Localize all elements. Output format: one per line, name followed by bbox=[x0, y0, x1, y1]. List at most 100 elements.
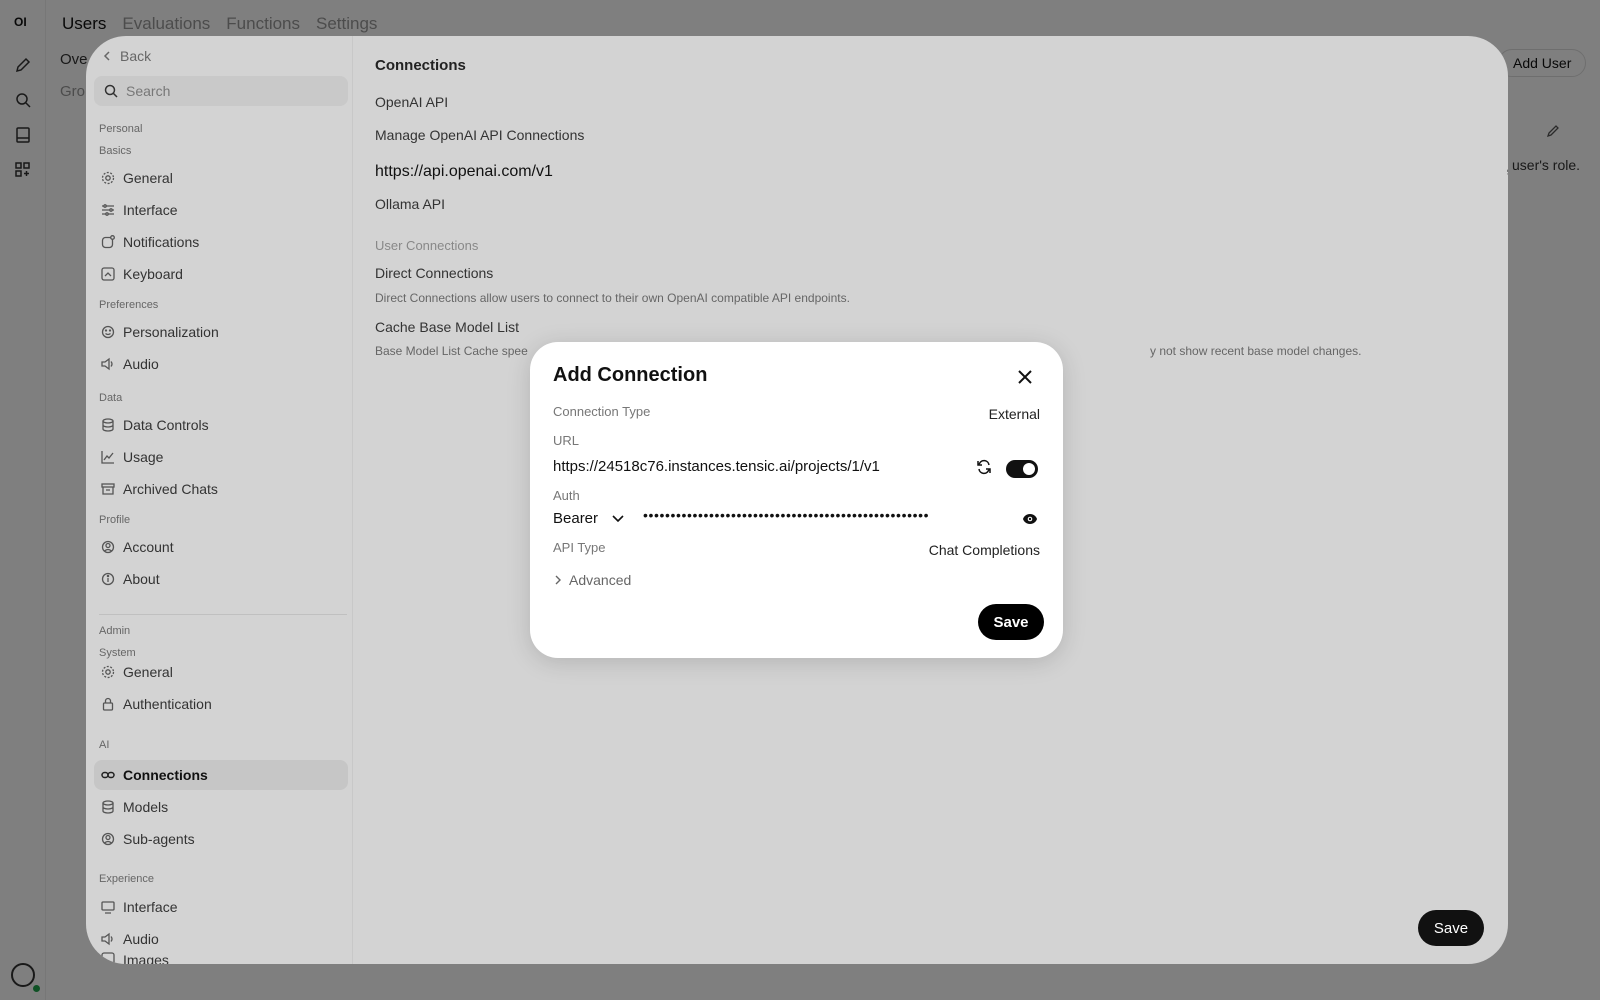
sidebar-item-usage[interactable]: Usage bbox=[94, 442, 348, 472]
image-icon bbox=[101, 952, 115, 964]
section-admin: Admin bbox=[99, 625, 131, 637]
search-icon bbox=[104, 84, 118, 98]
sliders-icon bbox=[102, 204, 114, 216]
auth-label: Auth bbox=[553, 488, 580, 503]
section-profile: Profile bbox=[99, 514, 131, 526]
back-button[interactable]: Back bbox=[102, 48, 151, 64]
sidebar-item-keyboard[interactable]: Keyboard bbox=[94, 259, 348, 289]
url-label: URL bbox=[553, 433, 580, 448]
link-icon bbox=[101, 771, 115, 779]
sidebar-item-label: Audio bbox=[123, 356, 159, 372]
info-icon bbox=[101, 572, 115, 586]
sidebar-item-label: Authentication bbox=[123, 696, 212, 712]
eye-icon[interactable] bbox=[1022, 512, 1038, 526]
sidebar-item-label: Connections bbox=[123, 767, 208, 783]
sidebar-item-data-controls[interactable]: Data Controls bbox=[94, 410, 348, 440]
sidebar-item-label: Audio bbox=[123, 931, 159, 947]
sidebar-item-label: Interface bbox=[123, 899, 178, 915]
direct-connections-label: Direct Connections bbox=[375, 265, 494, 281]
openai-api-label: OpenAI API bbox=[375, 94, 449, 110]
sidebar-item-label: Images bbox=[123, 952, 169, 964]
sidebar-item-notifications[interactable]: Notifications bbox=[94, 227, 348, 257]
url-input[interactable]: https://24518c76.instances.tensic.ai/pro… bbox=[553, 458, 880, 475]
api-key-input[interactable]: ••••••••••••••••••••••••••••••••••••••••… bbox=[643, 507, 1013, 523]
stack-icon bbox=[102, 800, 114, 814]
sidebar-item-audio[interactable]: Audio bbox=[94, 349, 348, 379]
speaker-icon bbox=[101, 357, 113, 371]
content-divider bbox=[352, 36, 353, 964]
smile-icon bbox=[101, 325, 115, 339]
sidebar-item-label: Interface bbox=[123, 202, 178, 218]
sidebar-item-label: Personalization bbox=[123, 324, 219, 340]
sidebar-item-label: Archived Chats bbox=[123, 481, 218, 497]
sidebar-item-authentication[interactable]: Authentication bbox=[94, 689, 348, 719]
sidebar-item-label: General bbox=[123, 170, 173, 186]
cache-description-left: Base Model List Cache spee bbox=[375, 344, 528, 358]
direct-connections-description: Direct Connections allow users to connec… bbox=[375, 291, 850, 305]
sidebar-item-experience-audio[interactable]: Audio bbox=[94, 924, 348, 954]
refresh-icon[interactable] bbox=[976, 459, 992, 475]
sidebar-item-general[interactable]: General bbox=[94, 163, 348, 193]
sidebar-item-about[interactable]: About bbox=[94, 564, 348, 594]
archive-icon bbox=[101, 483, 115, 495]
sidebar-item-images[interactable]: Images bbox=[94, 952, 348, 964]
dialog-save-button[interactable]: Save bbox=[978, 604, 1044, 640]
sidebar-item-archived-chats[interactable]: Archived Chats bbox=[94, 474, 348, 504]
section-basics: Basics bbox=[99, 145, 132, 157]
sidebar-item-personalization[interactable]: Personalization bbox=[94, 317, 348, 347]
add-connection-dialog: Add Connection Connection Type External … bbox=[530, 342, 1063, 658]
dialog-title: Add Connection bbox=[553, 364, 708, 386]
connection-type-label: Connection Type bbox=[553, 404, 651, 419]
sidebar-item-label: Notifications bbox=[123, 234, 200, 250]
chevron-right-icon bbox=[555, 575, 561, 585]
settings-save-button[interactable]: Save bbox=[1418, 910, 1484, 946]
close-icon[interactable] bbox=[1016, 368, 1034, 386]
search-input[interactable]: Search bbox=[94, 76, 348, 106]
notification-icon bbox=[101, 235, 115, 249]
keyboard-icon bbox=[101, 267, 115, 281]
sidebar-item-account[interactable]: Account bbox=[94, 532, 348, 562]
connection-type-value[interactable]: External bbox=[989, 406, 1040, 422]
advanced-label: Advanced bbox=[569, 572, 632, 588]
section-preferences: Preferences bbox=[99, 299, 159, 311]
sidebar-item-connections[interactable]: Connections bbox=[94, 760, 348, 790]
sidebar-item-label: General bbox=[123, 664, 173, 680]
sidebar-item-label: Account bbox=[123, 539, 174, 555]
cache-description-right: y not show recent base model changes. bbox=[1150, 344, 1362, 358]
user-circle-icon bbox=[101, 540, 115, 554]
section-personal: Personal bbox=[99, 123, 143, 135]
user-connections-heading: User Connections bbox=[375, 238, 479, 253]
gear-icon[interactable] bbox=[1506, 164, 1508, 180]
panel-title: Connections bbox=[375, 57, 466, 74]
sidebar-item-experience-interface[interactable]: Interface bbox=[94, 892, 348, 922]
sidebar-item-models[interactable]: Models bbox=[94, 792, 348, 822]
section-data: Data bbox=[99, 392, 123, 404]
sidebar-item-system-general[interactable]: General bbox=[94, 657, 348, 687]
manage-openai-label: Manage OpenAI API Connections bbox=[375, 127, 585, 143]
section-experience: Experience bbox=[99, 873, 155, 885]
cache-base-model-label: Cache Base Model List bbox=[375, 319, 519, 335]
monitor-icon bbox=[101, 901, 115, 914]
sidebar-item-label: Sub-agents bbox=[123, 831, 195, 847]
user-circle-icon bbox=[101, 832, 115, 846]
sidebar-item-interface[interactable]: Interface bbox=[94, 195, 348, 225]
advanced-toggle[interactable]: Advanced bbox=[555, 572, 631, 588]
back-label: Back bbox=[120, 48, 152, 64]
ollama-api-label: Ollama API bbox=[375, 196, 446, 212]
settings-sidebar: Back Search Personal Basics General Inte… bbox=[86, 36, 354, 964]
sidebar-item-sub-agents[interactable]: Sub-agents bbox=[94, 824, 348, 854]
sidebar-item-label: Data Controls bbox=[123, 417, 209, 433]
auth-type-value: Bearer bbox=[553, 510, 599, 527]
auth-type-select[interactable]: Bearer bbox=[553, 510, 624, 527]
openai-url-text: https://api.openai.com/v1 bbox=[375, 163, 553, 180]
lock-icon bbox=[102, 697, 114, 711]
gear-icon bbox=[101, 171, 115, 185]
search-placeholder: Search bbox=[126, 83, 171, 99]
api-type-value[interactable]: Chat Completions bbox=[929, 542, 1040, 558]
speaker-icon bbox=[101, 932, 113, 946]
chevron-down-icon bbox=[612, 514, 624, 522]
gear-icon bbox=[101, 665, 115, 679]
sidebar-item-label: Models bbox=[123, 799, 169, 815]
url-enable-toggle[interactable] bbox=[1006, 460, 1038, 478]
sidebar-divider bbox=[99, 614, 347, 615]
